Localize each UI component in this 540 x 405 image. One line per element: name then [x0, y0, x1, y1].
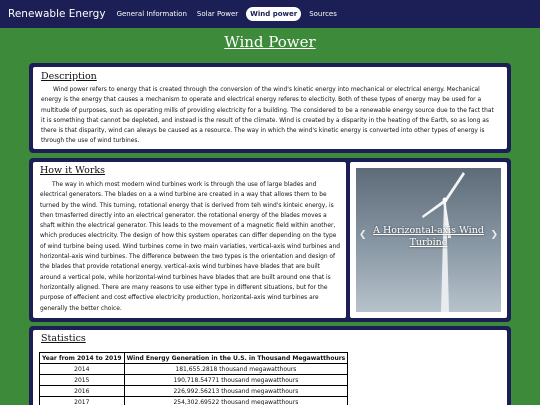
wind-turbine-carousel[interactable]: ❮ ❯ A Horizontal-axis Wind Turbine — [356, 168, 501, 312]
table-header-row: Year from 2014 to 2019 Wind Energy Gener… — [39, 352, 349, 364]
table-cell-value: 226,992.56213 thousand megawatthours — [123, 385, 349, 397]
table-row: 2016 226,992.56213 thousand megawatthour… — [39, 385, 349, 397]
description-panel-frame: Description Wind power refers to energy … — [29, 63, 511, 153]
table-cell-year: 2015 — [39, 374, 125, 386]
wind-generation-table: Year from 2014 to 2019 Wind Energy Gener… — [39, 352, 349, 405]
carousel-caption: A Horizontal-axis Wind Turbine — [373, 225, 484, 248]
statistics-panel-frame: Statistics Year from 2014 to 2019 Wind E… — [29, 326, 511, 405]
page-title: Wind Power — [224, 33, 316, 51]
nav-link-solar-power[interactable]: Solar Power — [197, 10, 238, 18]
how-it-works-panel-frame: How it Works The way in which most moder… — [29, 158, 511, 322]
brand-title[interactable]: Renewable Energy — [8, 8, 106, 20]
nav-link-wind-power[interactable]: Wind power — [246, 7, 302, 21]
table-cell-value: 190,718.54771 thousand megawatthours — [123, 374, 349, 386]
table-header-generation: Wind Energy Generation in the U.S. in Th… — [123, 352, 349, 364]
image-panel: ❮ ❯ A Horizontal-axis Wind Turbine — [350, 162, 507, 318]
description-heading: Description — [41, 71, 97, 82]
description-text: Wind power refers to energy that is crea… — [41, 87, 494, 145]
table-cell-year: 2017 — [39, 396, 125, 405]
description-panel: Description Wind power refers to energy … — [33, 67, 507, 149]
table-header-year: Year from 2014 to 2019 — [39, 352, 125, 364]
how-it-works-heading: How it Works — [40, 165, 106, 176]
statistics-panel: Statistics Year from 2014 to 2019 Wind E… — [33, 330, 507, 405]
statistics-heading: Statistics — [41, 333, 86, 344]
table-cell-value: 254,302.69522 thousand megawatthours — [123, 396, 349, 405]
table-row: 2014 181,655.2818 thousand megawatthours — [39, 363, 349, 375]
table-cell-year: 2016 — [39, 385, 125, 397]
how-it-works-panel: How it Works The way in which most moder… — [33, 162, 346, 318]
table-row: 2015 190,718.54771 thousand megawatthour… — [39, 374, 349, 386]
nav-link-sources[interactable]: Sources — [309, 10, 337, 18]
table-cell-value: 181,655.2818 thousand megawatthours — [123, 363, 349, 375]
table-row: 2017 254,302.69522 thousand megawatthour… — [39, 396, 349, 405]
table-cell-year: 2014 — [39, 363, 125, 375]
how-it-works-text: The way in which most modern wind turbin… — [40, 182, 340, 312]
top-navbar: Renewable Energy General Information Sol… — [0, 0, 540, 28]
nav-link-general-information[interactable]: General Information — [117, 10, 187, 18]
